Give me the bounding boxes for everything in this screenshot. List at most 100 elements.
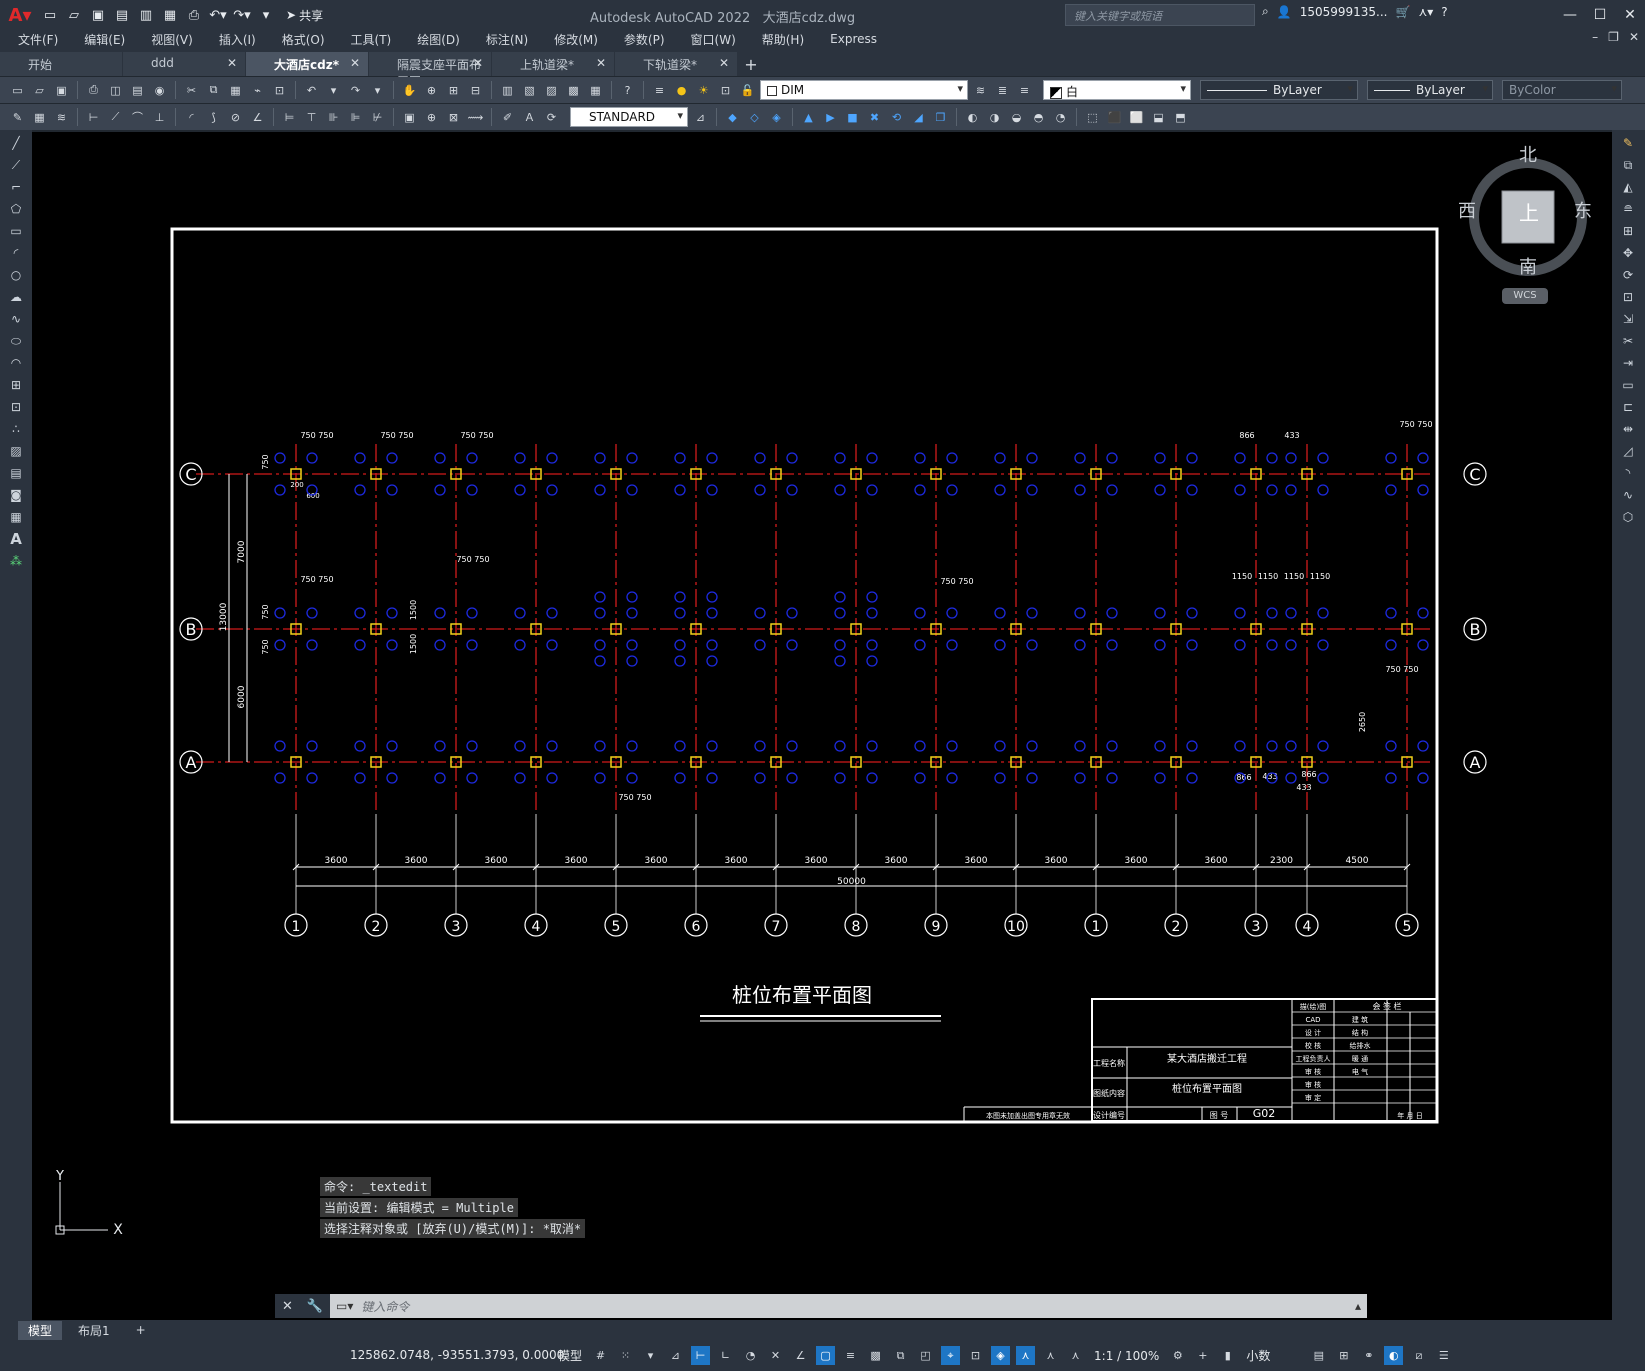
undo-icon[interactable]: ↶ <box>302 81 321 100</box>
zoom-realtime-icon[interactable]: ⊕ <box>422 81 441 100</box>
close-icon[interactable]: ✕ <box>282 1299 293 1314</box>
clean-icon[interactable]: ◑ <box>985 108 1004 127</box>
center-mark-icon[interactable]: ⊕ <box>422 108 441 127</box>
extrude-faces-icon[interactable]: ▲ <box>799 108 818 127</box>
erase-icon[interactable]: ✎ <box>1619 134 1637 152</box>
doc-close-icon[interactable]: ✕ <box>1629 30 1639 44</box>
dim-radius-icon[interactable]: ◜ <box>182 108 201 127</box>
new-icon[interactable]: ▭ <box>40 5 60 25</box>
imprint-icon[interactable]: ◐ <box>963 108 982 127</box>
menu-parametric[interactable]: 参数(P) <box>624 31 665 48</box>
workspace-gear-icon[interactable]: ⚙ <box>1168 1346 1187 1365</box>
user-name[interactable]: 1505999135... <box>1300 5 1388 19</box>
plot-icon[interactable]: ⎙ <box>84 81 103 100</box>
menu-modify[interactable]: 修改(M) <box>554 31 598 48</box>
layer-properties-icon[interactable]: ≡ <box>650 81 669 100</box>
rotate-icon[interactable]: ⟳ <box>1619 266 1637 284</box>
new-tab-icon[interactable]: + <box>738 52 764 76</box>
redo-icon[interactable]: ↷ <box>346 81 365 100</box>
quick-properties-icon[interactable]: ▤ <box>1309 1346 1328 1365</box>
dim-update-icon[interactable]: ⟳ <box>542 108 561 127</box>
quick-dim-icon[interactable]: ⊨ <box>280 108 299 127</box>
spline-icon[interactable]: ∿ <box>7 310 25 328</box>
dynamic-ucs-icon[interactable]: ⌖ <box>941 1346 961 1365</box>
minimize-icon[interactable]: — <box>1555 0 1585 30</box>
lineweight-dropdown[interactable]: ByLayer <box>1367 80 1493 100</box>
save-as-icon[interactable]: ▤ <box>112 5 132 25</box>
array-icon[interactable]: ⊞ <box>1619 222 1637 240</box>
make-block-icon[interactable]: ⊡ <box>7 398 25 416</box>
point-icon[interactable]: ∴ <box>7 420 25 438</box>
lineweight-icon[interactable]: ≡ <box>841 1346 860 1365</box>
search-icon[interactable]: ⌕ <box>1262 4 1269 19</box>
dim-angular-icon[interactable]: ∠ <box>248 108 267 127</box>
design-center-icon[interactable]: ▧ <box>520 81 539 100</box>
viewcube-north[interactable]: 北 <box>1519 141 1537 167</box>
layer-thaw-icon[interactable]: ☀ <box>694 81 713 100</box>
cut-icon[interactable]: ✂ <box>182 81 201 100</box>
dim-edit-icon[interactable]: ✐ <box>498 108 517 127</box>
drawing-canvas[interactable]: 3600 3600 3600 3600 3600 3600 3600 3600 3600 3600… <box>32 132 1612 1320</box>
annotation-scale-icon[interactable]: ⋏ <box>1066 1346 1085 1365</box>
jogged-linear-icon[interactable]: ⟿ <box>466 108 485 127</box>
object-snap-tracking-icon[interactable]: ∠ <box>791 1346 810 1365</box>
tab-start[interactable]: 开始 <box>0 52 122 76</box>
preview-icon[interactable]: ◫ <box>106 81 125 100</box>
polyline-icon[interactable]: ⌐ <box>7 178 25 196</box>
menu-window[interactable]: 窗口(W) <box>691 31 736 48</box>
viewcube-top-face[interactable]: 上 <box>1519 197 1539 226</box>
rectangle-icon[interactable]: ▭ <box>7 222 25 240</box>
close-icon[interactable]: ✕ <box>1615 0 1645 30</box>
object-snap-icon[interactable]: ▢ <box>816 1346 836 1365</box>
ellipse-arc-icon[interactable]: ◠ <box>7 354 25 372</box>
share-button[interactable]: ➤ 共享 <box>286 7 323 24</box>
menu-view[interactable]: 视图(V) <box>151 31 193 48</box>
viewcube-west[interactable]: 西 <box>1458 197 1476 223</box>
plotstyle-dropdown[interactable]: ByColor <box>1502 80 1622 100</box>
plot-icon[interactable]: ▦ <box>160 5 180 25</box>
text-icon[interactable]: ✎ <box>8 108 27 127</box>
tab-ddd[interactable]: ddd ✕ <box>123 52 245 76</box>
tab-upper-beam[interactable]: 上轨道梁* ✕ <box>492 52 614 76</box>
customize-icon[interactable]: 🔧 <box>307 1299 323 1314</box>
layer-lock-icon[interactable]: 🔓 <box>738 81 757 100</box>
isodraft-icon[interactable]: ✕ <box>766 1346 785 1365</box>
dim-style-icon[interactable]: ⊿ <box>691 108 710 127</box>
undo-icon[interactable]: ↶▾ <box>208 5 228 25</box>
coordinate-readout[interactable]: 125862.0748, -93551.3793, 0.0000 <box>350 1348 564 1362</box>
new-icon[interactable]: ▭ <box>8 81 27 100</box>
offset-icon[interactable]: ≘ <box>1619 200 1637 218</box>
offset-faces-icon[interactable]: ■ <box>843 108 862 127</box>
dim-baseline-icon[interactable]: ⊤ <box>302 108 321 127</box>
copy-faces-icon[interactable]: ❐ <box>931 108 950 127</box>
tab-close-icon[interactable]: ✕ <box>350 56 360 70</box>
help-icon[interactable]: ? <box>618 81 637 100</box>
insert-block-icon[interactable]: ⊞ <box>7 376 25 394</box>
chamfer-icon[interactable]: ◿ <box>1619 442 1637 460</box>
fillet-edges-icon[interactable]: ⬓ <box>1149 108 1168 127</box>
customization-icon[interactable]: ☰ <box>1434 1346 1453 1365</box>
tab-close-icon[interactable]: ✕ <box>473 56 483 70</box>
blend-curves-icon[interactable]: ∿ <box>1619 486 1637 504</box>
zoom-window-icon[interactable]: ⊞ <box>444 81 463 100</box>
grid-icon[interactable]: # <box>591 1346 610 1365</box>
clean-screen-icon[interactable]: ⧄ <box>1409 1346 1428 1365</box>
shell-icon[interactable]: ◓ <box>1029 108 1048 127</box>
gradient-icon[interactable]: ▤ <box>7 464 25 482</box>
dim-break-icon[interactable]: ⊬ <box>368 108 387 127</box>
dim-arc-icon[interactable]: ⌒ <box>128 108 147 127</box>
customize-qat-icon[interactable]: ▾ <box>256 5 276 25</box>
extract-edges-icon[interactable]: ⬚ <box>1083 108 1102 127</box>
command-history-toggle-icon[interactable]: ▴ <box>1355 1299 1367 1313</box>
drawing-title[interactable]: 桩位布置平面图 <box>732 983 872 1007</box>
solid-union-icon[interactable]: ◆ <box>723 108 742 127</box>
redo-icon[interactable]: ↷▾ <box>232 5 252 25</box>
chamfer-edges-icon[interactable]: ⬒ <box>1171 108 1190 127</box>
dim-continue-icon[interactable]: ⊪ <box>324 108 343 127</box>
auto-scale-icon[interactable]: ⋏ <box>1041 1346 1060 1365</box>
publish-icon[interactable]: ▤ <box>128 81 147 100</box>
solid-subtract-icon[interactable]: ◇ <box>745 108 764 127</box>
copy-icon[interactable]: ⧉ <box>1619 156 1637 174</box>
table-icon[interactable]: ▦ <box>7 508 25 526</box>
paste-icon[interactable]: ▦ <box>226 81 245 100</box>
